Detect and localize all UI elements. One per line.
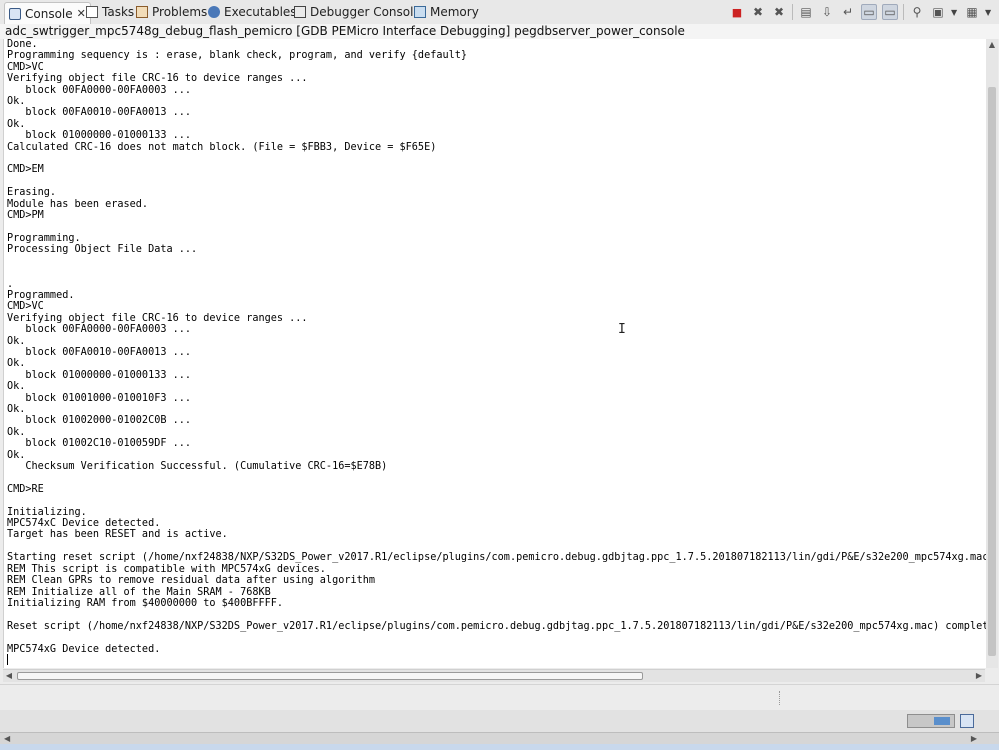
tab-problems-label: Problems	[152, 5, 208, 19]
toolbar-separator	[792, 4, 793, 20]
chevron-down-icon[interactable]: ▼	[951, 8, 959, 17]
remove-all-terminated-icon[interactable]: ✖	[771, 4, 787, 20]
console-toolbar: ■ ✖ ✖ ▤ ⇩ ↵ ▭ ▭ ⚲ ▣ ▼ ▦ ▼	[729, 4, 993, 20]
tasks-icon	[86, 6, 98, 18]
debugger-console-icon	[294, 6, 306, 18]
tab-problems[interactable]: Problems	[136, 2, 207, 22]
tab-memory[interactable]: Memory	[414, 2, 479, 22]
terminate-icon[interactable]: ■	[729, 4, 745, 20]
scroll-left-icon[interactable]: ◀	[3, 670, 15, 682]
display-selected-console-icon[interactable]: ▣	[930, 4, 946, 20]
open-console-icon[interactable]: ▦	[964, 4, 980, 20]
pin-console-icon[interactable]: ⚲	[909, 4, 925, 20]
console-icon	[9, 7, 21, 20]
tab-console-label: Console	[25, 6, 73, 21]
remove-launch-icon[interactable]: ✖	[750, 4, 766, 20]
progress-indicator[interactable]	[907, 714, 955, 728]
console-output-area[interactable]: Done. Programming sequency is : erase, b…	[3, 39, 986, 668]
view-tab-bar: Console ✕ Tasks Problems Executables Deb…	[0, 0, 999, 25]
status-line	[0, 684, 999, 711]
input-caret	[7, 654, 8, 665]
tab-tasks-label: Tasks	[102, 5, 135, 19]
problems-icon	[136, 6, 148, 18]
tab-debugger-console-label: Debugger Console	[310, 5, 421, 19]
status-divider	[779, 691, 780, 705]
toolbar-separator	[903, 4, 904, 20]
scroll-up-icon[interactable]: ▲	[986, 39, 998, 51]
tab-memory-label: Memory	[430, 5, 479, 19]
word-wrap-icon[interactable]: ↵	[840, 4, 856, 20]
tab-console[interactable]: Console ✕	[4, 2, 91, 24]
tab-executables[interactable]: Executables	[208, 2, 297, 22]
memory-icon	[414, 6, 426, 18]
vertical-scrollbar-thumb[interactable]	[988, 87, 996, 656]
executables-icon	[208, 6, 220, 18]
clear-console-icon[interactable]: ▤	[798, 4, 814, 20]
background-tasks-icon[interactable]	[960, 714, 974, 728]
horizontal-scrollbar-thumb[interactable]	[17, 672, 643, 680]
show-on-stdout-icon[interactable]: ▭	[861, 4, 877, 20]
text-cursor-icon: I	[618, 322, 626, 337]
tab-tasks[interactable]: Tasks	[86, 2, 134, 22]
vertical-scrollbar[interactable]: ▲	[986, 39, 998, 668]
console-output-text[interactable]: Done. Programming sequency is : erase, b…	[4, 39, 986, 655]
console-title: adc_swtrigger_mpc5748g_debug_flash_pemic…	[0, 24, 999, 39]
progress-fill	[934, 717, 950, 725]
scroll-right-icon[interactable]: ▶	[971, 734, 977, 743]
show-on-stderr-icon[interactable]: ▭	[882, 4, 898, 20]
scroll-left-icon[interactable]: ◀	[4, 734, 10, 743]
tab-debugger-console[interactable]: Debugger Console	[294, 2, 421, 22]
bottom-status-bar	[0, 710, 999, 732]
horizontal-scrollbar[interactable]: ◀ ▶	[3, 669, 985, 682]
chevron-down-icon[interactable]: ▼	[985, 8, 993, 17]
close-icon[interactable]: ✕	[77, 7, 86, 20]
taskbar-strip	[0, 744, 999, 750]
tab-executables-label: Executables	[224, 5, 297, 19]
scroll-lock-icon[interactable]: ⇩	[819, 4, 835, 20]
scroll-right-icon[interactable]: ▶	[973, 670, 985, 682]
